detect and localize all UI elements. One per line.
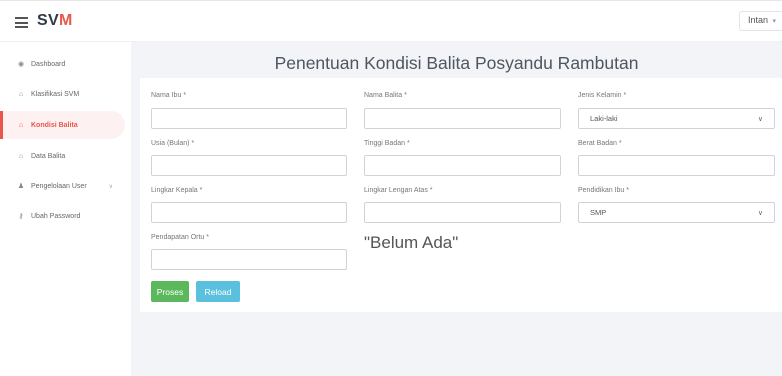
- top-navbar: SVM Intan ▾: [0, 0, 782, 42]
- menu-toggle-icon[interactable]: [15, 17, 28, 28]
- sidebar: ◉ Dashboard ⌂ Klasifikasi SVM ⌂ Kondisi …: [0, 42, 131, 376]
- pendidikan-ibu-select[interactable]: SMP ∨: [578, 202, 775, 223]
- tinggi-badan-input[interactable]: [364, 155, 561, 176]
- chevron-down-icon: ∨: [108, 183, 113, 190]
- lingkar-lengan-label: Lingkar Lengan Atas *: [364, 187, 433, 194]
- home-icon: ⌂: [18, 121, 24, 129]
- page-title: Penentuan Kondisi Balita Posyandu Rambut…: [274, 53, 639, 73]
- jenis-kelamin-value: Laki-laki: [590, 114, 618, 123]
- dashboard-icon: ◉: [17, 61, 25, 68]
- usia-label: Usia (Bulan) *: [151, 140, 195, 147]
- caret-down-icon: ▾: [772, 18, 776, 25]
- lingkar-kepala-input[interactable]: [151, 202, 347, 223]
- user-name: Intan: [747, 15, 768, 25]
- sidebar-item-label: Ubah Password: [31, 212, 81, 220]
- sidebar-item-data-balita[interactable]: ⌂ Data Balita: [0, 142, 125, 170]
- proses-button[interactable]: Proses: [151, 281, 189, 302]
- users-icon: ♟: [17, 183, 25, 190]
- result-text: "Belum Ada": [364, 233, 459, 252]
- berat-badan-label: Berat Badan *: [578, 140, 622, 147]
- sidebar-item-ubah-password[interactable]: ⚷ Ubah Password: [0, 202, 125, 230]
- jenis-kelamin-select[interactable]: Laki-laki ∨: [578, 108, 775, 129]
- reload-button[interactable]: Reload: [196, 281, 240, 302]
- usia-input[interactable]: [151, 155, 347, 176]
- nama-balita-input[interactable]: [364, 108, 561, 129]
- brand-logo[interactable]: SVM: [37, 12, 73, 30]
- sidebar-item-pengelolaan-user[interactable]: ♟ Pengelolaan User ∨: [0, 172, 125, 200]
- sidebar-item-dashboard[interactable]: ◉ Dashboard: [0, 50, 125, 78]
- sidebar-item-label: Klasifikasi SVM: [31, 90, 80, 98]
- berat-badan-input[interactable]: [578, 155, 775, 176]
- key-icon: ⚷: [18, 213, 24, 220]
- pendidikan-ibu-value: SMP: [590, 208, 607, 217]
- chevron-down-icon: ∨: [757, 209, 763, 217]
- pendapatan-ortu-label: Pendapatan Ortu *: [151, 234, 210, 241]
- brand-part-1: SV: [37, 12, 59, 29]
- sidebar-item-label: Kondisi Balita: [31, 121, 78, 129]
- tinggi-badan-label: Tinggi Badan *: [364, 140, 410, 147]
- home-icon: ⌂: [18, 152, 24, 160]
- sidebar-item-label: Dashboard: [31, 60, 66, 68]
- home-icon: ⌂: [18, 90, 24, 98]
- nama-ibu-input[interactable]: [151, 108, 347, 129]
- brand-part-2: M: [58, 12, 73, 29]
- lingkar-lengan-input[interactable]: [364, 202, 561, 223]
- pendapatan-ortu-input[interactable]: [151, 249, 347, 270]
- sidebar-item-label: Pengelolaan User: [31, 182, 87, 190]
- sidebar-item-label: Data Balita: [31, 152, 66, 160]
- chevron-down-icon: ∨: [757, 115, 763, 123]
- jenis-kelamin-label: Jenis Kelamin *: [578, 92, 627, 99]
- nama-balita-label: Nama Balita *: [364, 92, 407, 99]
- nama-ibu-label: Nama Ibu *: [151, 92, 187, 99]
- lingkar-kepala-label: Lingkar Kepala *: [151, 187, 203, 194]
- sidebar-item-klasifikasi-svm[interactable]: ⌂ Klasifikasi SVM: [0, 80, 125, 108]
- sidebar-item-kondisi-balita[interactable]: ⌂ Kondisi Balita: [0, 111, 125, 139]
- pendidikan-ibu-label: Pendidikan Ibu *: [578, 187, 630, 194]
- user-menu[interactable]: Intan ▾: [738, 11, 782, 31]
